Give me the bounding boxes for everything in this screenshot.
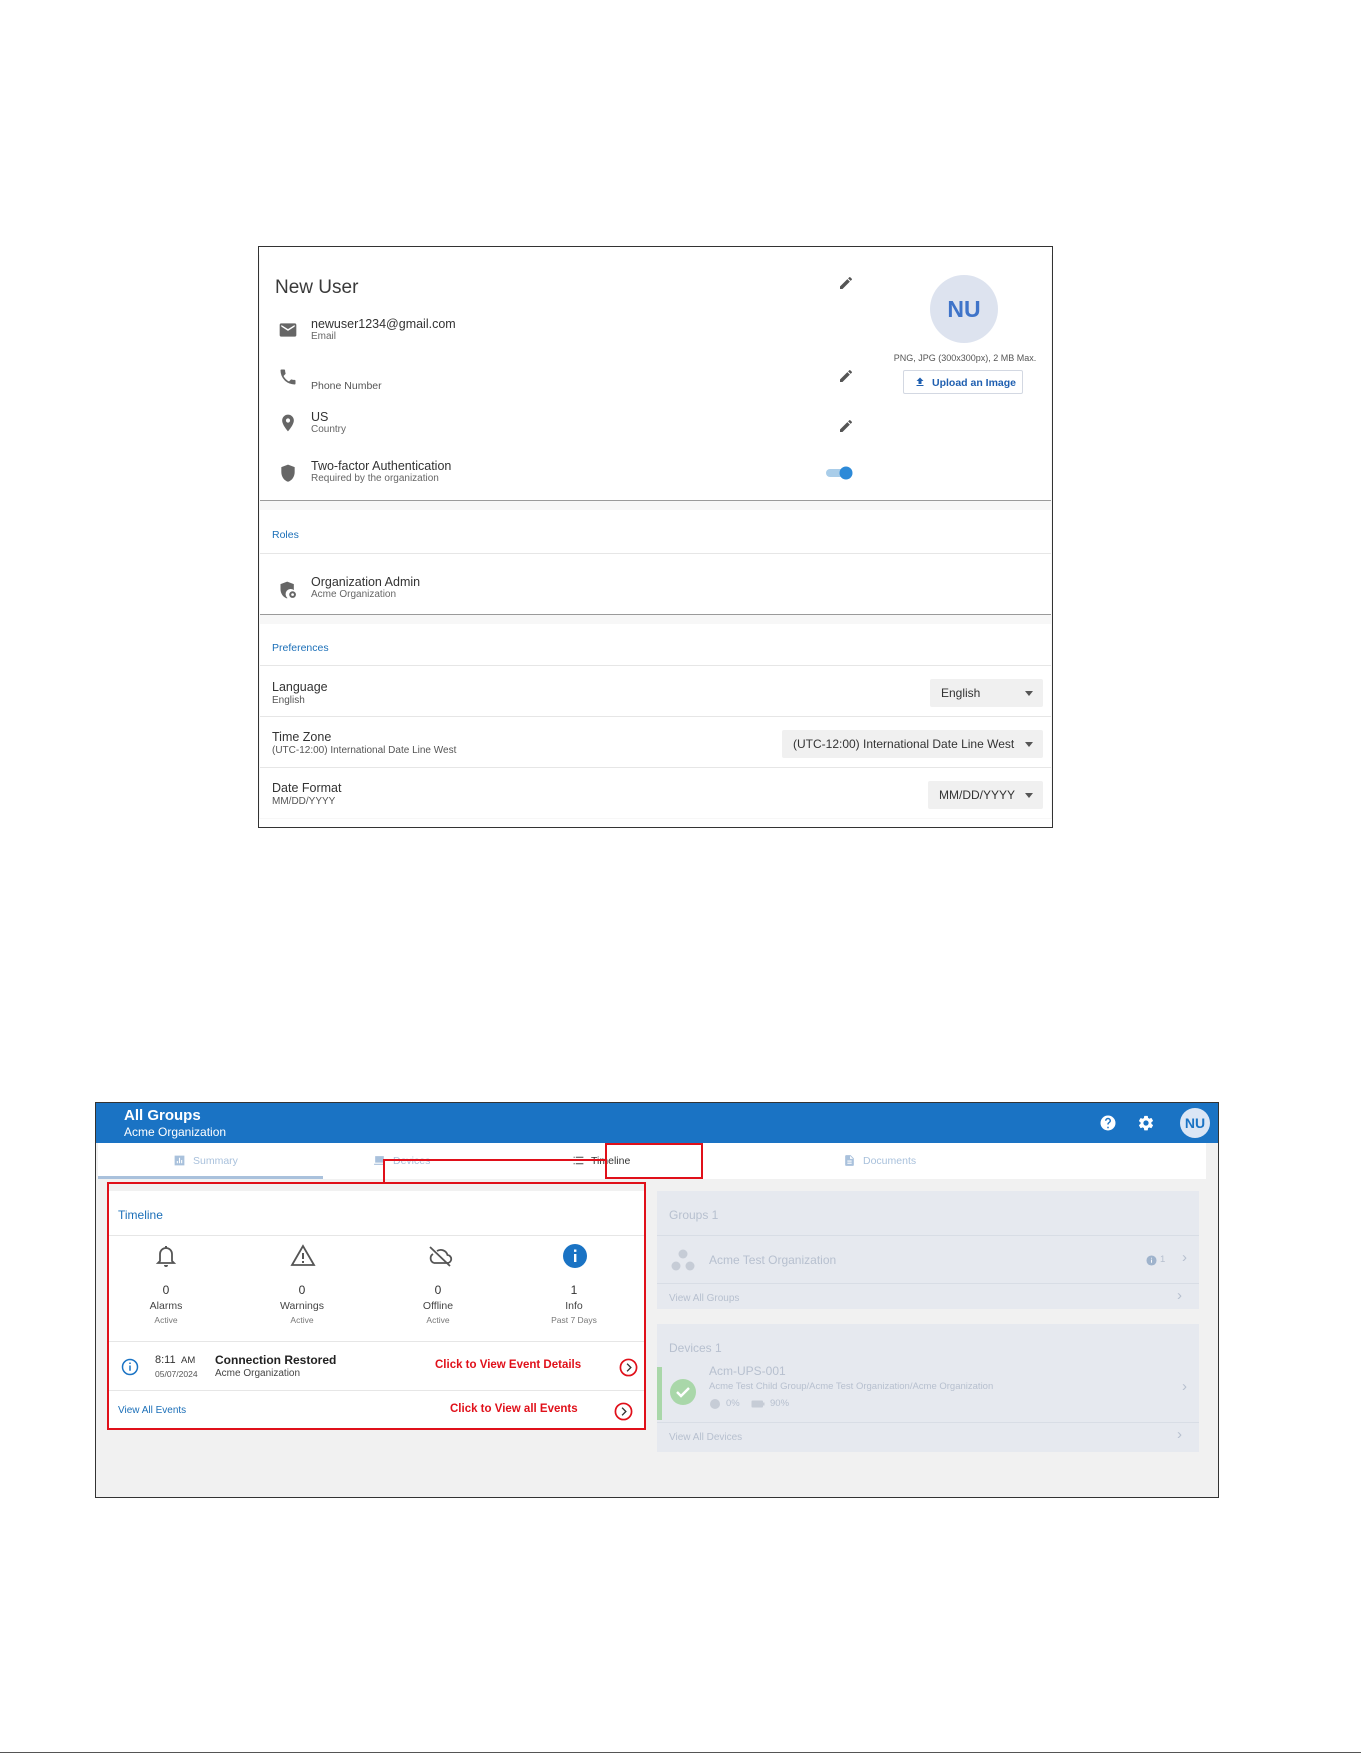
tab-summary-label: Summary <box>193 1155 238 1167</box>
chevron-down-icon <box>1025 691 1033 696</box>
view-all-groups-link[interactable]: View All Groups <box>669 1293 739 1304</box>
devices-card: Devices 1 Acm-UPS-001 Acme Test Child Gr… <box>657 1324 1199 1452</box>
pref-divider <box>260 716 1051 717</box>
device-path: Acme Test Child Group/Acme Test Organiza… <box>709 1381 994 1392</box>
chevron-right-icon[interactable]: › <box>1177 1426 1182 1443</box>
tfa-toggle[interactable] <box>825 466 855 480</box>
pref-divider <box>260 665 1051 666</box>
roles-title: Roles <box>272 529 299 541</box>
timeline-tab-highlight-box <box>605 1143 703 1179</box>
edit-country-icon[interactable] <box>838 418 854 434</box>
country-label: Country <box>311 424 347 435</box>
groups-title: Groups 1 <box>669 1208 719 1222</box>
date-format-selected: MM/DD/YYYY <box>939 788 1016 802</box>
chevron-right-icon[interactable]: › <box>1182 1249 1187 1266</box>
group-badge-count: 1 <box>1160 1254 1166 1265</box>
preferences-title: Preferences <box>272 642 329 654</box>
roles-divider <box>260 553 1051 554</box>
email-value: newuser1234@gmail.com <box>311 317 456 331</box>
admin-shield-icon <box>280 581 296 599</box>
email-label: Email <box>311 331 337 342</box>
upload-icon <box>916 377 924 386</box>
roles-section: Roles Organization Admin Acme Organizati… <box>260 510 1051 614</box>
devices-title: Devices 1 <box>669 1341 722 1355</box>
card-divider <box>657 1235 1199 1236</box>
language-selected: English <box>941 686 981 700</box>
upload-image-label: Upload an Image <box>932 377 1017 389</box>
timezone-label: Time Zone <box>272 730 332 744</box>
check-circle-icon <box>670 1379 696 1405</box>
date-format-label: Date Format <box>272 781 342 795</box>
date-format-value: MM/DD/YYYY <box>272 796 336 807</box>
device-name[interactable]: Acm-UPS-001 <box>709 1364 786 1378</box>
help-icon[interactable] <box>1099 1114 1117 1132</box>
upload-image-button[interactable]: Upload an Image <box>903 370 1023 394</box>
pref-divider <box>260 767 1051 768</box>
shield-icon <box>281 464 295 482</box>
card-divider <box>657 1283 1199 1284</box>
user-name: New User <box>275 277 359 298</box>
tfa-sub: Required by the organization <box>311 473 439 484</box>
chevron-down-icon <box>1025 793 1033 798</box>
info-badge-icon <box>1146 1255 1157 1266</box>
edit-name-icon[interactable] <box>838 275 854 291</box>
user-profile-panel: New User newuser1234@gmail.com Email Pho… <box>258 246 1053 828</box>
active-tab-indicator <box>98 1176 323 1179</box>
language-select[interactable]: English <box>930 679 1043 707</box>
groups-card: Groups 1 Acme Test Organization 1 › View… <box>657 1191 1199 1309</box>
page-subtitle: Acme Organization <box>124 1125 227 1139</box>
phone-icon <box>280 369 296 385</box>
timeline-highlight-box <box>107 1182 646 1430</box>
user-avatar[interactable]: NU <box>1180 1108 1210 1138</box>
battery-icon <box>751 1400 765 1408</box>
app-header: All Groups Acme Organization NU <box>96 1103 1218 1143</box>
timezone-value: (UTC-12:00) International Date Line West <box>272 745 457 756</box>
tab-documents[interactable]: Documents <box>843 1143 943 1179</box>
tfa-title: Two-factor Authentication <box>311 459 452 473</box>
document-icon <box>845 1155 854 1166</box>
language-label: Language <box>272 680 328 694</box>
device-battery: 90% <box>770 1398 790 1409</box>
language-value: English <box>272 695 305 706</box>
connector-line <box>383 1159 605 1161</box>
chevron-right-icon[interactable]: › <box>1182 1378 1187 1395</box>
avatar: NU <box>930 275 998 343</box>
tab-devices[interactable]: Devices <box>373 1143 473 1179</box>
device-status-bar <box>657 1367 662 1420</box>
gear-icon[interactable] <box>1137 1114 1155 1132</box>
load-icon <box>710 1399 720 1409</box>
tab-summary[interactable]: Summary <box>98 1143 323 1179</box>
email-icon <box>279 323 297 337</box>
group-name[interactable]: Acme Test Organization <box>709 1253 836 1267</box>
connector-line <box>383 1159 385 1184</box>
group-icon <box>671 1249 695 1271</box>
bar-chart-icon <box>174 1155 185 1166</box>
timezone-selected: (UTC-12:00) International Date Line West <box>793 737 1015 751</box>
chevron-right-icon[interactable]: › <box>1177 1287 1182 1304</box>
section-divider <box>260 614 1051 615</box>
section-divider <box>260 500 1051 501</box>
preferences-section: Preferences Language English English Tim… <box>260 624 1051 818</box>
date-format-select[interactable]: MM/DD/YYYY <box>928 781 1043 809</box>
role-org: Acme Organization <box>311 589 397 600</box>
edit-phone-icon[interactable] <box>838 368 854 384</box>
role-name: Organization Admin <box>311 575 421 589</box>
card-divider <box>657 1422 1199 1423</box>
chevron-down-icon <box>1025 742 1033 747</box>
page-footer-rule <box>0 1752 1361 1753</box>
view-all-devices-link[interactable]: View All Devices <box>669 1432 742 1443</box>
phone-label: Phone Number <box>311 380 382 392</box>
location-pin-icon <box>282 414 294 432</box>
page-title: All Groups <box>124 1107 201 1124</box>
tab-documents-label: Documents <box>863 1155 917 1167</box>
timezone-select[interactable]: (UTC-12:00) International Date Line West <box>782 730 1043 758</box>
dashboard-panel: All Groups Acme Organization NU Summary … <box>95 1102 1219 1498</box>
image-requirements-note: PNG, JPG (300x300px), 2 MB Max. <box>893 353 1037 363</box>
device-load: 0% <box>726 1398 740 1409</box>
user-info-section: New User newuser1234@gmail.com Email Pho… <box>260 255 1051 500</box>
tab-devices-label: Devices <box>393 1155 431 1167</box>
country-value: US <box>311 410 329 424</box>
